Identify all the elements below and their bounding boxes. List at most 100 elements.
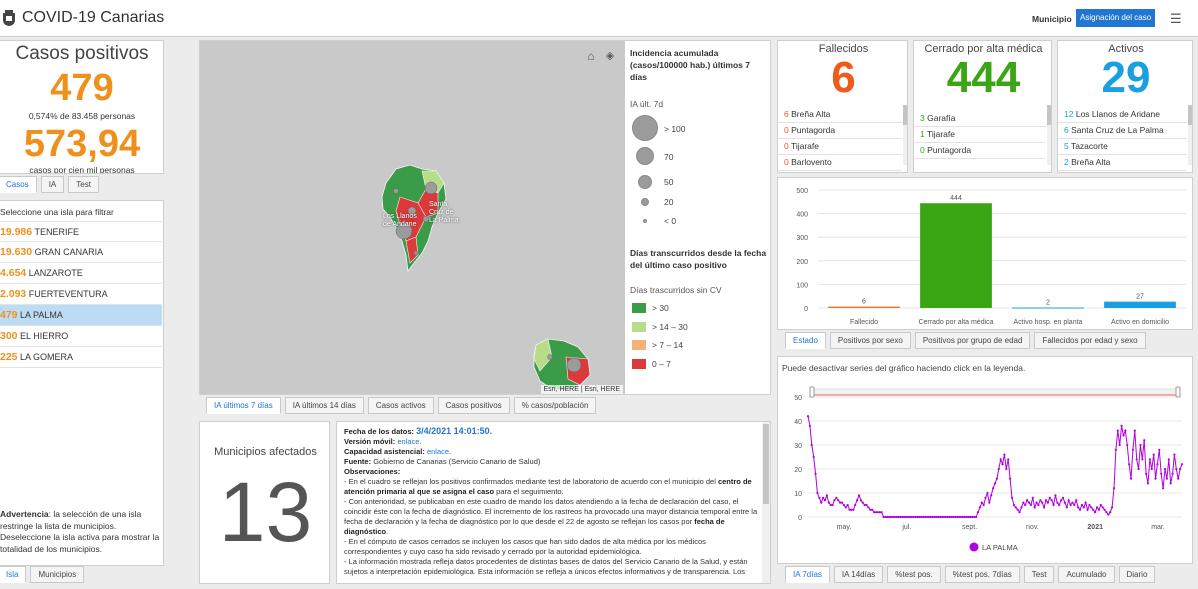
line-point [808, 424, 811, 427]
tab-ia-7dias[interactable]: IA 7días [785, 566, 830, 583]
tab-acumulado[interactable]: Acumulado [1058, 566, 1115, 583]
tab-ia-7[interactable]: IA últimos 7 días [206, 397, 281, 414]
legend-circle-label: > 100 [664, 124, 686, 134]
line-point [1128, 463, 1131, 466]
list-item[interactable]: 0 Barlovento [778, 155, 902, 171]
legend-circle-label: 20 [664, 197, 674, 207]
movil-link[interactable]: enlace [397, 437, 419, 446]
line-point [920, 515, 923, 519]
tab-casos[interactable]: Casos [0, 176, 37, 193]
tab-test[interactable]: Test [1023, 566, 1055, 583]
line-x-tick: nov. [1026, 524, 1039, 531]
capacidad-link[interactable]: enlace [427, 447, 449, 456]
bar-rect[interactable] [1012, 307, 1084, 309]
legend-swatch [632, 322, 646, 332]
island-item[interactable]: 2.093 FUERTEVENTURA [0, 284, 162, 305]
tab-ia[interactable]: IA [40, 176, 65, 193]
line-point [812, 455, 815, 459]
line-point [959, 515, 963, 519]
line-point [1105, 511, 1108, 514]
tab-test[interactable]: Test [68, 176, 99, 193]
line-x-tick: 2021 [1087, 524, 1103, 531]
home-icon[interactable]: ⌂ [582, 47, 600, 65]
list-name: Breña Alta [791, 109, 831, 119]
fallecidos-scrollbar[interactable] [903, 105, 907, 165]
asignacion-button[interactable]: Asignación del caso [1076, 9, 1156, 27]
cerrado-scrollbar[interactable] [1047, 105, 1051, 165]
legend-marker[interactable] [969, 542, 979, 552]
tab-positivos-edad[interactable]: Positivos por grupo de edad [914, 332, 1031, 349]
tab-positivos-sexo[interactable]: Positivos por sexo [829, 332, 911, 349]
layers-icon[interactable]: ◈ [601, 47, 619, 65]
tab-test-pos-7[interactable]: %test pos. 7días [944, 566, 1020, 583]
tab-isla[interactable]: Isla [0, 566, 27, 583]
tab-estado[interactable]: Estado [785, 332, 826, 349]
notes-scrollbar[interactable] [762, 422, 770, 583]
list-value: 12 [1064, 109, 1074, 119]
list-item[interactable]: 2 Breña Alta [1058, 155, 1187, 171]
legend-days-item: 0 – 7 [652, 359, 671, 369]
list-item[interactable]: 0 Puntagorda [914, 143, 1046, 159]
hamburger-menu-icon[interactable]: ☰ [1170, 11, 1182, 27]
list-item[interactable]: 12 Los Llanos de Aridane [1058, 107, 1187, 123]
bar-rect[interactable] [828, 306, 900, 308]
range-handle-right[interactable] [1175, 386, 1181, 398]
series-chart-panel: Puede desactivar series del gráfico haci… [777, 356, 1193, 564]
line-point [903, 515, 906, 519]
casos-tabs: Casos IA Test [0, 176, 103, 193]
tab-casos-activos[interactable]: Casos activos [367, 397, 434, 414]
tab-ia-14dias[interactable]: IA 14días [833, 566, 884, 583]
warning-label: Advertencia [0, 509, 49, 519]
list-item[interactable]: 0 Tijarafe [778, 139, 902, 155]
island-item[interactable]: 4.654 LANZAROTE [0, 263, 162, 284]
line-point [899, 515, 902, 519]
list-name: Tijarafe [926, 129, 955, 139]
legend-swatch [632, 303, 646, 313]
island-item-selected[interactable]: 479 LA PALMA [0, 305, 162, 326]
canarias-shield-icon [2, 10, 16, 28]
line-point [922, 515, 925, 519]
range-handle-left[interactable] [809, 386, 815, 398]
list-item[interactable]: 6 Santa Cruz de La Palma [1058, 123, 1187, 139]
inset-island[interactable] [533, 338, 591, 392]
line-point [1050, 499, 1053, 502]
line-point [848, 508, 851, 511]
map-legend: Incidencia acumulada (casos/100000 hab.)… [630, 41, 770, 394]
tab-ia-14[interactable]: IA últimos 14 días [284, 397, 364, 414]
line-point [822, 496, 825, 499]
bar-value-label: 27 [1136, 294, 1144, 301]
line-point [990, 494, 993, 497]
tab-fallecidos-edad[interactable]: Fallecidos por edad y sexo [1034, 332, 1146, 349]
list-item[interactable]: 5 Tazacorte [1058, 139, 1187, 155]
legend-days-label: Días trascurridos sin CV [630, 285, 722, 295]
tab-diario[interactable]: Diario [1118, 566, 1156, 583]
isla-tabs: Isla Municipios [0, 566, 88, 583]
line-y-tick: 20 [794, 467, 802, 474]
legend-series-name[interactable]: LA PALMA [982, 543, 1018, 552]
municipios-title: Municipios afectados [214, 446, 317, 458]
notes-panel: Fecha de los datos: 3/4/2021 14:01:50. V… [336, 421, 771, 584]
line-point [1035, 501, 1038, 504]
island-value: 479 [0, 309, 18, 321]
island-item[interactable]: 19.630 GRAN CANARIA [0, 242, 162, 263]
island-item[interactable]: 19.986 TENERIFE [0, 221, 162, 242]
map-canvas[interactable]: Los Llanos de Aridane Santa Cruz de La P… [200, 41, 625, 394]
bar-rect[interactable] [920, 203, 992, 308]
island-item[interactable]: 225 LA GOMERA [0, 347, 162, 368]
line-point [1078, 508, 1082, 511]
activos-scrollbar[interactable] [1188, 105, 1192, 165]
tab-municipios[interactable]: Municipios [30, 566, 85, 583]
legend-swatch [632, 359, 646, 369]
range-navigator[interactable] [811, 388, 1179, 396]
tab-casos-positivos[interactable]: Casos positivos [437, 397, 510, 414]
tab-porcentaje[interactable]: % casos/población [513, 397, 597, 414]
list-item[interactable]: 6 Breña Alta [778, 107, 902, 123]
bar-rect[interactable] [1104, 301, 1176, 308]
line-y-tick: 50 [794, 395, 802, 402]
list-value: 0 [920, 145, 925, 155]
list-item[interactable]: 3 Garafía [914, 111, 1046, 127]
list-item[interactable]: 1 Tijarafe [914, 127, 1046, 143]
island-item[interactable]: 300 EL HIERRO [0, 326, 162, 347]
list-item[interactable]: 0 Puntagorda [778, 123, 902, 139]
tab-test-pos[interactable]: %test pos. [887, 566, 941, 583]
